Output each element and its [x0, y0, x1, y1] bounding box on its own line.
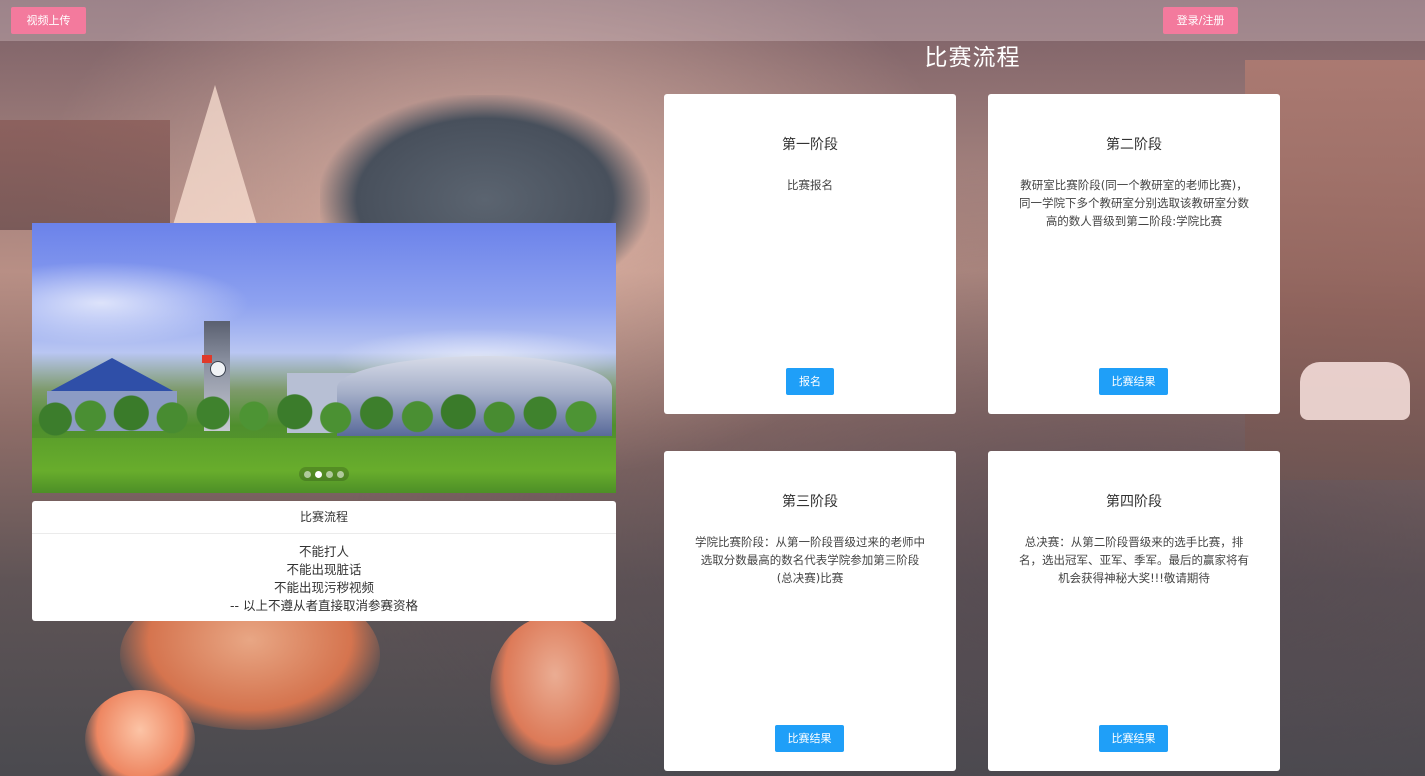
background-car: [1300, 362, 1410, 420]
stage-title: 第三阶段: [782, 494, 838, 510]
carousel-dot[interactable]: [304, 470, 311, 478]
background-jellyfish: [490, 615, 620, 765]
background-streetlight: [170, 85, 260, 235]
clock-icon: [210, 361, 226, 377]
video-upload-button[interactable]: 视频上传: [11, 7, 86, 34]
carousel-indicators: [299, 467, 349, 481]
stage-card-4: 第四阶段 总决赛：从第二阶段晋级来的选手比赛，排名，选出冠军、亚军、季军。最后的…: [988, 451, 1280, 771]
rules-panel: 比赛流程 不能打人 不能出现脏话 不能出现污秽视频 -- 以上不遵从者直接取消参…: [32, 501, 616, 621]
stage-title: 第四阶段: [1106, 494, 1162, 510]
stage-card-3: 第三阶段 学院比赛阶段：从第一阶段晋级过来的老师中选取分数最高的数名代表学院参加…: [664, 451, 956, 771]
stage-card-2: 第二阶段 教研室比赛阶段(同一个教研室的老师比赛)，同一学院下多个教研室分别选取…: [988, 94, 1280, 414]
page-title: 比赛流程: [924, 45, 1021, 71]
stage-description: 学院比赛阶段：从第一阶段晋级过来的老师中选取分数最高的数名代表学院参加第三阶段(…: [695, 535, 925, 585]
page-title-wrap: 比赛流程: [0, 38, 1425, 72]
carousel-lawn: [32, 438, 616, 493]
results-button[interactable]: 比赛结果: [775, 725, 844, 752]
login-register-button[interactable]: 登录/注册: [1163, 7, 1238, 34]
stage-description: 比赛报名: [787, 178, 833, 192]
carousel-dot[interactable]: [326, 470, 333, 478]
rule-item: 不能出现污秽视频: [273, 580, 374, 595]
results-button[interactable]: 比赛结果: [1099, 725, 1168, 752]
rules-list: 不能打人 不能出现脏话 不能出现污秽视频 -- 以上不遵从者直接取消参赛资格: [32, 534, 616, 615]
rule-item: 不能出现脏话: [286, 562, 362, 577]
background-jellyfish: [85, 690, 195, 776]
image-carousel[interactable]: [32, 223, 616, 493]
stage-description: 总决赛：从第二阶段晋级来的选手比赛，排名，选出冠军、亚军、季军。最后的赢家将有机…: [1019, 535, 1249, 585]
register-button[interactable]: 报名: [786, 368, 834, 395]
results-button[interactable]: 比赛结果: [1099, 368, 1168, 395]
carousel-trees: [32, 383, 616, 443]
background-building: [0, 120, 170, 230]
rule-item: -- 以上不遵从者直接取消参赛资格: [230, 598, 418, 613]
stage-title: 第一阶段: [782, 137, 838, 153]
carousel-dot-active[interactable]: [315, 470, 322, 478]
stage-card-1: 第一阶段 比赛报名 报名: [664, 94, 956, 414]
carousel-dot[interactable]: [337, 470, 344, 478]
stage-title: 第二阶段: [1106, 137, 1162, 153]
stage-description: 教研室比赛阶段(同一个教研室的老师比赛)，同一学院下多个教研室分别选取该教研室分…: [1019, 178, 1249, 228]
flag-icon: [202, 355, 212, 363]
rules-title: 比赛流程: [32, 501, 616, 534]
rule-item: 不能打人: [298, 544, 349, 559]
